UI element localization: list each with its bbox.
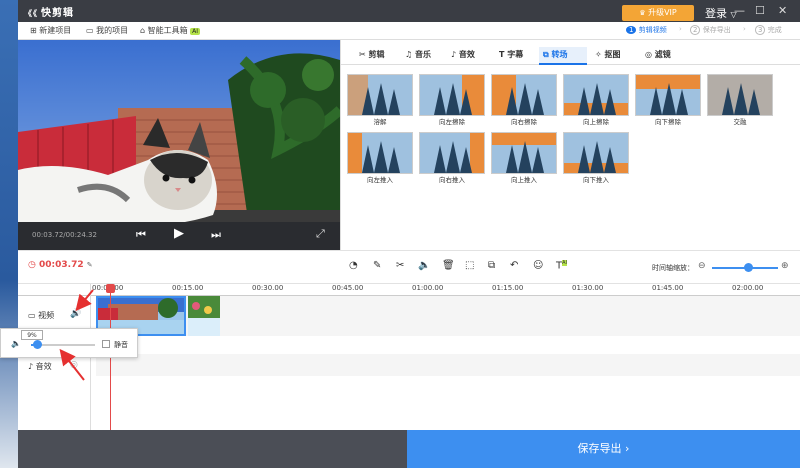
annotation-arrows: [59, 289, 94, 381]
save-export-button[interactable]: 保存导出 ›: [407, 430, 800, 468]
bottom-bar: [18, 430, 407, 468]
